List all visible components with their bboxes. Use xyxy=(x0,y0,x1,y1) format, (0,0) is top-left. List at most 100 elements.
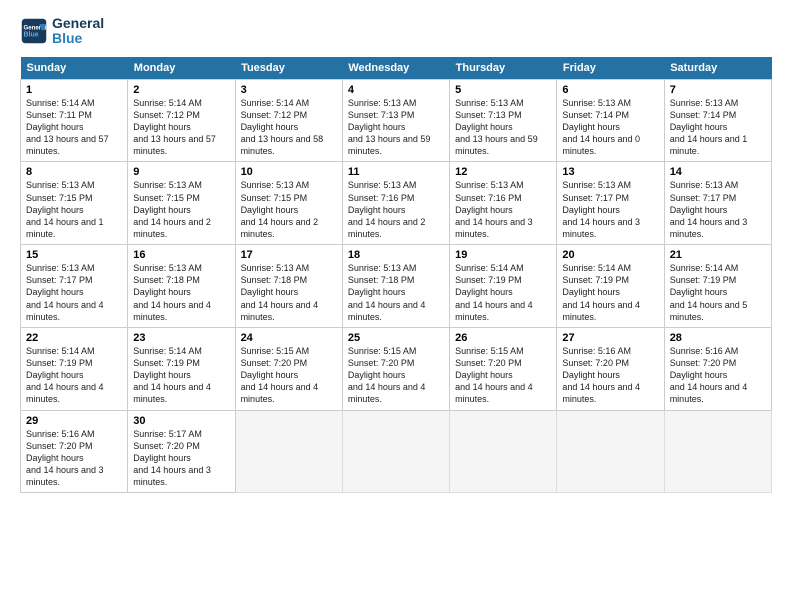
day-header-sunday: Sunday xyxy=(21,57,128,80)
cell-info: Sunrise: 5:15 AMSunset: 7:20 PMDaylight … xyxy=(348,346,426,405)
date-number: 18 xyxy=(348,249,444,261)
cell-info: Sunrise: 5:13 AMSunset: 7:14 PMDaylight … xyxy=(562,98,640,157)
logo: General Blue GeneralBlue xyxy=(20,16,104,47)
date-number: 21 xyxy=(670,249,766,261)
date-number: 4 xyxy=(348,84,444,96)
page-header: General Blue GeneralBlue xyxy=(20,16,772,47)
day-header-thursday: Thursday xyxy=(450,57,557,80)
cell-info: Sunrise: 5:16 AMSunset: 7:20 PMDaylight … xyxy=(562,346,640,405)
cell-info: Sunrise: 5:13 AMSunset: 7:13 PMDaylight … xyxy=(348,98,431,157)
cell-info: Sunrise: 5:13 AMSunset: 7:17 PMDaylight … xyxy=(670,180,748,239)
cell-info: Sunrise: 5:14 AMSunset: 7:19 PMDaylight … xyxy=(670,263,748,322)
calendar-cell-25: 25 Sunrise: 5:15 AMSunset: 7:20 PMDaylig… xyxy=(342,327,449,410)
day-header-saturday: Saturday xyxy=(664,57,771,80)
empty-cell xyxy=(557,410,664,493)
svg-text:Blue: Blue xyxy=(24,32,39,39)
cell-info: Sunrise: 5:13 AMSunset: 7:16 PMDaylight … xyxy=(455,180,533,239)
day-header-tuesday: Tuesday xyxy=(235,57,342,80)
date-number: 9 xyxy=(133,166,229,178)
date-number: 7 xyxy=(670,84,766,96)
date-number: 25 xyxy=(348,332,444,344)
cell-info: Sunrise: 5:14 AMSunset: 7:19 PMDaylight … xyxy=(26,346,104,405)
calendar-cell-21: 21 Sunrise: 5:14 AMSunset: 7:19 PMDaylig… xyxy=(664,245,771,328)
cell-info: Sunrise: 5:16 AMSunset: 7:20 PMDaylight … xyxy=(26,429,104,488)
calendar-cell-18: 18 Sunrise: 5:13 AMSunset: 7:18 PMDaylig… xyxy=(342,245,449,328)
date-number: 29 xyxy=(26,415,122,427)
cell-info: Sunrise: 5:13 AMSunset: 7:14 PMDaylight … xyxy=(670,98,748,157)
week-row-4: 22 Sunrise: 5:14 AMSunset: 7:19 PMDaylig… xyxy=(21,327,772,410)
calendar-cell-7: 7 Sunrise: 5:13 AMSunset: 7:14 PMDayligh… xyxy=(664,79,771,162)
date-number: 24 xyxy=(241,332,337,344)
calendar-cell-11: 11 Sunrise: 5:13 AMSunset: 7:16 PMDaylig… xyxy=(342,162,449,245)
cell-info: Sunrise: 5:13 AMSunset: 7:18 PMDaylight … xyxy=(348,263,426,322)
calendar-cell-10: 10 Sunrise: 5:13 AMSunset: 7:15 PMDaylig… xyxy=(235,162,342,245)
date-number: 3 xyxy=(241,84,337,96)
calendar-page: General Blue GeneralBlue SundayMondayTue… xyxy=(0,0,792,612)
calendar-cell-9: 9 Sunrise: 5:13 AMSunset: 7:15 PMDayligh… xyxy=(128,162,235,245)
cell-info: Sunrise: 5:13 AMSunset: 7:17 PMDaylight … xyxy=(562,180,640,239)
calendar-cell-28: 28 Sunrise: 5:16 AMSunset: 7:20 PMDaylig… xyxy=(664,327,771,410)
cell-info: Sunrise: 5:13 AMSunset: 7:18 PMDaylight … xyxy=(133,263,211,322)
empty-cell xyxy=(342,410,449,493)
calendar-cell-29: 29 Sunrise: 5:16 AMSunset: 7:20 PMDaylig… xyxy=(21,410,128,493)
calendar-body: 1 Sunrise: 5:14 AMSunset: 7:11 PMDayligh… xyxy=(21,79,772,493)
calendar-cell-13: 13 Sunrise: 5:13 AMSunset: 7:17 PMDaylig… xyxy=(557,162,664,245)
cell-info: Sunrise: 5:13 AMSunset: 7:18 PMDaylight … xyxy=(241,263,319,322)
week-row-1: 1 Sunrise: 5:14 AMSunset: 7:11 PMDayligh… xyxy=(21,79,772,162)
date-number: 27 xyxy=(562,332,658,344)
empty-cell xyxy=(664,410,771,493)
cell-info: Sunrise: 5:14 AMSunset: 7:19 PMDaylight … xyxy=(133,346,211,405)
date-number: 1 xyxy=(26,84,122,96)
date-number: 19 xyxy=(455,249,551,261)
logo-text: GeneralBlue xyxy=(52,16,104,47)
cell-info: Sunrise: 5:14 AMSunset: 7:19 PMDaylight … xyxy=(562,263,640,322)
date-number: 6 xyxy=(562,84,658,96)
calendar-cell-17: 17 Sunrise: 5:13 AMSunset: 7:18 PMDaylig… xyxy=(235,245,342,328)
day-header-friday: Friday xyxy=(557,57,664,80)
cell-info: Sunrise: 5:15 AMSunset: 7:20 PMDaylight … xyxy=(241,346,319,405)
calendar-cell-20: 20 Sunrise: 5:14 AMSunset: 7:19 PMDaylig… xyxy=(557,245,664,328)
calendar-cell-24: 24 Sunrise: 5:15 AMSunset: 7:20 PMDaylig… xyxy=(235,327,342,410)
date-number: 14 xyxy=(670,166,766,178)
cell-info: Sunrise: 5:13 AMSunset: 7:17 PMDaylight … xyxy=(26,263,104,322)
date-number: 2 xyxy=(133,84,229,96)
calendar-cell-22: 22 Sunrise: 5:14 AMSunset: 7:19 PMDaylig… xyxy=(21,327,128,410)
calendar-cell-4: 4 Sunrise: 5:13 AMSunset: 7:13 PMDayligh… xyxy=(342,79,449,162)
cell-info: Sunrise: 5:13 AMSunset: 7:15 PMDaylight … xyxy=(26,180,104,239)
date-number: 16 xyxy=(133,249,229,261)
cell-info: Sunrise: 5:14 AMSunset: 7:12 PMDaylight … xyxy=(133,98,216,157)
calendar-table: SundayMondayTuesdayWednesdayThursdayFrid… xyxy=(20,57,772,494)
calendar-cell-23: 23 Sunrise: 5:14 AMSunset: 7:19 PMDaylig… xyxy=(128,327,235,410)
calendar-cell-2: 2 Sunrise: 5:14 AMSunset: 7:12 PMDayligh… xyxy=(128,79,235,162)
calendar-cell-19: 19 Sunrise: 5:14 AMSunset: 7:19 PMDaylig… xyxy=(450,245,557,328)
date-number: 5 xyxy=(455,84,551,96)
cell-info: Sunrise: 5:14 AMSunset: 7:12 PMDaylight … xyxy=(241,98,324,157)
day-header-wednesday: Wednesday xyxy=(342,57,449,80)
week-row-5: 29 Sunrise: 5:16 AMSunset: 7:20 PMDaylig… xyxy=(21,410,772,493)
date-number: 20 xyxy=(562,249,658,261)
calendar-cell-26: 26 Sunrise: 5:15 AMSunset: 7:20 PMDaylig… xyxy=(450,327,557,410)
cell-info: Sunrise: 5:14 AMSunset: 7:11 PMDaylight … xyxy=(26,98,109,157)
date-number: 11 xyxy=(348,166,444,178)
empty-cell xyxy=(450,410,557,493)
calendar-cell-16: 16 Sunrise: 5:13 AMSunset: 7:18 PMDaylig… xyxy=(128,245,235,328)
date-number: 12 xyxy=(455,166,551,178)
day-header-row: SundayMondayTuesdayWednesdayThursdayFrid… xyxy=(21,57,772,80)
calendar-cell-30: 30 Sunrise: 5:17 AMSunset: 7:20 PMDaylig… xyxy=(128,410,235,493)
date-number: 8 xyxy=(26,166,122,178)
date-number: 22 xyxy=(26,332,122,344)
date-number: 10 xyxy=(241,166,337,178)
cell-info: Sunrise: 5:14 AMSunset: 7:19 PMDaylight … xyxy=(455,263,533,322)
cell-info: Sunrise: 5:13 AMSunset: 7:16 PMDaylight … xyxy=(348,180,426,239)
date-number: 30 xyxy=(133,415,229,427)
cell-info: Sunrise: 5:13 AMSunset: 7:15 PMDaylight … xyxy=(133,180,211,239)
logo-icon: General Blue xyxy=(20,17,48,45)
calendar-cell-8: 8 Sunrise: 5:13 AMSunset: 7:15 PMDayligh… xyxy=(21,162,128,245)
calendar-cell-1: 1 Sunrise: 5:14 AMSunset: 7:11 PMDayligh… xyxy=(21,79,128,162)
cell-info: Sunrise: 5:17 AMSunset: 7:20 PMDaylight … xyxy=(133,429,211,488)
date-number: 23 xyxy=(133,332,229,344)
date-number: 26 xyxy=(455,332,551,344)
week-row-2: 8 Sunrise: 5:13 AMSunset: 7:15 PMDayligh… xyxy=(21,162,772,245)
cell-info: Sunrise: 5:15 AMSunset: 7:20 PMDaylight … xyxy=(455,346,533,405)
date-number: 15 xyxy=(26,249,122,261)
